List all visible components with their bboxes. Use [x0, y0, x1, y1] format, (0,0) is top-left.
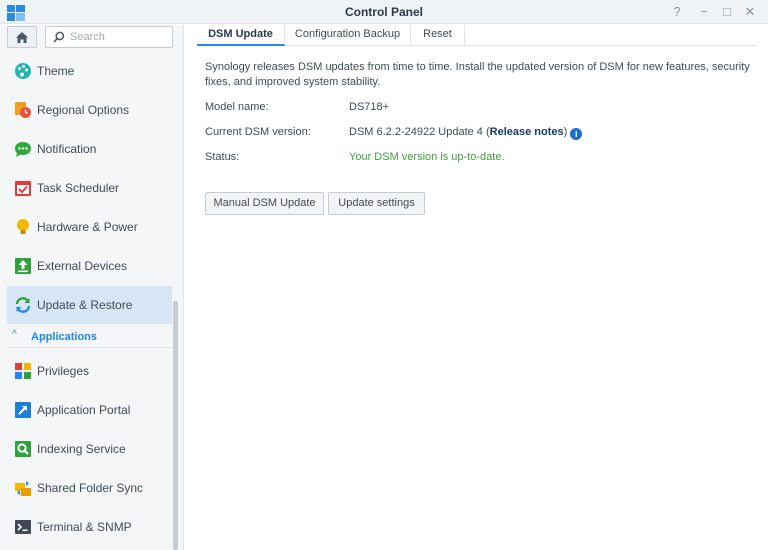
sidebar-item-label: External Devices: [37, 259, 128, 273]
maximize-icon[interactable]: □: [718, 2, 736, 22]
tab-bar: DSM Update Configuration Backup Reset: [197, 25, 757, 46]
help-icon[interactable]: ?: [668, 2, 686, 22]
terminal-icon: [15, 520, 31, 534]
lightbulb-icon: [17, 219, 29, 234]
sidebar-item-hardware-power[interactable]: Hardware & Power: [7, 208, 172, 246]
sidebar-item-task-scheduler[interactable]: Task Scheduler: [7, 169, 172, 207]
palette-icon: [15, 63, 31, 79]
magnifier-box-icon: [15, 441, 31, 457]
sidebar-scrollbar[interactable]: [173, 301, 178, 550]
blocks-icon: [15, 363, 31, 379]
tab-dsm-update[interactable]: DSM Update: [197, 25, 285, 46]
folder-sync-icon: [15, 481, 31, 496]
model-name-label: Model name:: [205, 101, 269, 113]
title-bar: Control Panel ? − □ ✕: [0, 0, 768, 24]
sidebar-item-label: Theme: [37, 64, 75, 78]
clock-globe-icon: [15, 102, 31, 118]
sidebar-item-update-restore[interactable]: Update & Restore: [7, 286, 172, 324]
sidebar-item-label: Notification: [37, 142, 97, 156]
sidebar-item-shared-folder-sync[interactable]: Shared Folder Sync: [7, 469, 172, 507]
search-icon: [53, 31, 65, 43]
sidebar-item-label: Hardware & Power: [37, 220, 138, 234]
dsm-version-suffix: ): [563, 126, 568, 138]
sidebar-item-label: Indexing Service: [37, 442, 126, 456]
chevron-up-icon: ^: [12, 329, 17, 340]
sidebar-item-terminal-snmp[interactable]: Terminal & SNMP: [7, 508, 172, 546]
portal-arrow-icon: [15, 402, 31, 418]
refresh-icon: [15, 297, 31, 313]
sidebar-item-label: Regional Options: [37, 103, 130, 117]
upload-box-icon: [15, 258, 31, 274]
tab-configuration-backup[interactable]: Configuration Backup: [285, 25, 411, 46]
close-icon[interactable]: ✕: [741, 2, 759, 22]
sidebar-item-regional-options[interactable]: Regional Options: [7, 91, 172, 129]
sidebar-item-label: Terminal & SNMP: [37, 520, 132, 534]
dsm-version-text: DSM 6.2.2-24922 Update 4 (: [349, 126, 490, 138]
sidebar-item-privileges[interactable]: Privileges: [7, 352, 172, 390]
minimize-icon[interactable]: −: [695, 2, 713, 22]
home-icon: [16, 32, 28, 43]
sidebar: Search Theme Regional Options Notificati…: [0, 25, 184, 550]
search-input[interactable]: Search: [45, 26, 173, 48]
sidebar-item-label: Task Scheduler: [37, 181, 120, 195]
status-label: Status:: [205, 151, 240, 163]
sidebar-item-application-portal[interactable]: Application Portal: [7, 391, 172, 429]
section-label: Applications: [31, 331, 98, 343]
sidebar-item-label: Application Portal: [37, 403, 131, 417]
section-applications[interactable]: ^ Applications: [7, 326, 172, 348]
tab-reset[interactable]: Reset: [411, 25, 465, 46]
sidebar-item-label: Update & Restore: [37, 298, 133, 312]
release-notes-link[interactable]: Release notes: [490, 126, 564, 138]
sidebar-item-label: Shared Folder Sync: [37, 481, 144, 495]
sidebar-item-theme[interactable]: Theme: [7, 52, 172, 90]
model-name-value: DS718+: [349, 101, 390, 113]
dsm-version-label: Current DSM version:: [205, 126, 311, 138]
update-settings-button[interactable]: Update settings: [328, 192, 425, 215]
update-description: Synology releases DSM updates from time …: [205, 61, 750, 88]
status-value: Your DSM version is up-to-date.: [349, 151, 505, 163]
dsm-version-value: DSM 6.2.2-24922 Update 4 (Release notes)…: [349, 126, 583, 140]
sidebar-item-notification[interactable]: Notification: [7, 130, 172, 168]
home-button[interactable]: [7, 26, 37, 48]
sidebar-item-indexing-service[interactable]: Indexing Service: [7, 430, 172, 468]
search-placeholder: Search: [70, 31, 105, 43]
calendar-check-icon: [15, 181, 31, 196]
chat-bubble-icon: [15, 142, 31, 157]
window-title: Control Panel: [344, 5, 423, 19]
sidebar-item-external-devices[interactable]: External Devices: [7, 247, 172, 285]
manual-dsm-update-button[interactable]: Manual DSM Update: [205, 192, 324, 215]
main-panel: DSM Update Configuration Backup Reset Sy…: [185, 25, 768, 550]
info-icon[interactable]: i: [570, 128, 583, 140]
sidebar-item-label: Privileges: [37, 364, 90, 378]
